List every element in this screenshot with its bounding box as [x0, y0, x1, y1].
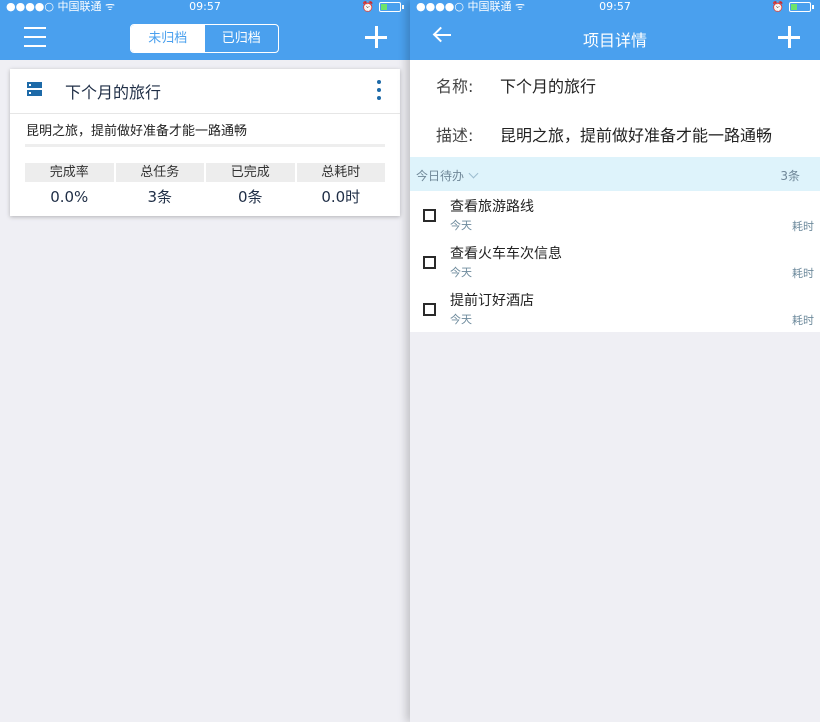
- add-project-button[interactable]: [363, 24, 389, 50]
- checkbox[interactable]: [423, 256, 436, 269]
- checkbox[interactable]: [423, 303, 436, 316]
- name-row[interactable]: 名称: 下个月的旅行: [436, 73, 596, 97]
- status-bar: ●●●●○ 中国联通 ᯤ 09:57 ⏰: [410, 0, 820, 14]
- task-date: 今天: [450, 266, 472, 279]
- task-duration: 耗时: [792, 220, 814, 233]
- stat-completion-rate: 完成率 0.0%: [25, 163, 114, 212]
- project-list-screen: ●●●●○ 中国联通 ᯤ 09:57 ⏰ 未归档 已归档 下个月的旅行 昆明之旅…: [0, 0, 410, 722]
- project-detail-screen: ●●●●○ 中国联通 ᯤ 09:57 ⏰ 项目详情 名称: 下个月的旅行 描述:…: [410, 0, 820, 722]
- name-value: 下个月的旅行: [500, 77, 597, 96]
- more-options-icon[interactable]: [376, 80, 382, 100]
- alarm-icon: ⏰: [361, 1, 374, 13]
- status-icons: ⏰: [362, 1, 404, 13]
- section-label: 今日待办: [416, 167, 479, 184]
- chevron-down-icon: [468, 168, 479, 179]
- stat-label: 完成率: [25, 163, 114, 182]
- description-row[interactable]: 描述: 昆明之旅，提前做好准备才能一路通畅: [436, 122, 772, 146]
- description-label: 描述:: [436, 126, 474, 145]
- page-title: 项目详情: [582, 31, 647, 50]
- archive-segmented-control: 未归档 已归档: [130, 24, 279, 53]
- stat-value: 0条: [237, 188, 263, 206]
- battery-tip: [402, 5, 404, 9]
- task-duration: 耗时: [792, 267, 814, 280]
- progress-bar: [25, 144, 385, 147]
- task-date: 今天: [450, 313, 472, 326]
- task-title: 查看火车车次信息: [450, 246, 562, 262]
- stat-completed: 已完成 0条: [206, 163, 295, 212]
- task-date: 今天: [450, 219, 472, 232]
- tab-unarchived[interactable]: 未归档: [131, 25, 205, 52]
- project-card[interactable]: 下个月的旅行 昆明之旅，提前做好准备才能一路通畅 完成率 0.0% 总任务 3条…: [10, 69, 400, 216]
- task-title: 提前订好酒店: [450, 293, 534, 309]
- checkbox[interactable]: [423, 209, 436, 222]
- clock: 09:57: [599, 0, 631, 13]
- stat-total-tasks: 总任务 3条: [115, 163, 204, 212]
- battery-tip: [812, 5, 814, 9]
- section-count: 3条: [780, 169, 800, 183]
- task-list: 查看旅游路线 今天 耗时 查看火车车次信息 今天 耗时 提前订好酒店 今天 耗时: [410, 191, 820, 332]
- status-icons: ⏰: [772, 1, 814, 13]
- menu-icon[interactable]: [24, 27, 46, 47]
- description-value: 昆明之旅，提前做好准备才能一路通畅: [500, 126, 773, 145]
- stat-label: 总任务: [115, 163, 204, 182]
- clock: 09:57: [189, 0, 221, 13]
- project-title: 下个月的旅行: [65, 83, 162, 102]
- task-duration: 耗时: [792, 314, 814, 327]
- project-stats: 完成率 0.0% 总任务 3条 已完成 0条 总耗时 0.0时: [25, 163, 385, 212]
- stat-value: 0.0%: [50, 188, 89, 206]
- project-info: 名称: 下个月的旅行 描述: 昆明之旅，提前做好准备才能一路通畅: [410, 60, 820, 157]
- nav-bar: ●●●●○ 中国联通 ᯤ 09:57 ⏰ 未归档 已归档: [0, 0, 410, 60]
- divider: [10, 113, 400, 114]
- stat-label: 已完成: [206, 163, 295, 182]
- add-task-button[interactable]: [776, 24, 802, 50]
- today-todo-header[interactable]: 今日待办 3条: [410, 157, 820, 191]
- list-item[interactable]: 查看火车车次信息 今天 耗时: [410, 238, 820, 285]
- stat-value: 3条: [147, 188, 173, 206]
- list-item[interactable]: 查看旅游路线 今天 耗时: [410, 191, 820, 238]
- status-bar: ●●●●○ 中国联通 ᯤ 09:57 ⏰: [0, 0, 410, 14]
- stat-label: 总耗时: [296, 163, 385, 182]
- tab-archived[interactable]: 已归档: [205, 25, 279, 52]
- project-description: 昆明之旅，提前做好准备才能一路通畅: [26, 124, 248, 139]
- task-title: 查看旅游路线: [450, 199, 534, 215]
- alarm-icon: ⏰: [771, 1, 784, 13]
- battery-icon: [379, 2, 401, 12]
- project-icon: [27, 82, 42, 96]
- stat-value: 0.0时: [321, 188, 361, 206]
- nav-bar: ●●●●○ 中国联通 ᯤ 09:57 ⏰ 项目详情: [410, 0, 820, 60]
- name-label: 名称:: [436, 77, 474, 96]
- list-item[interactable]: 提前订好酒店 今天 耗时: [410, 285, 820, 332]
- stat-total-time: 总耗时 0.0时: [296, 163, 385, 212]
- battery-icon: [789, 2, 811, 12]
